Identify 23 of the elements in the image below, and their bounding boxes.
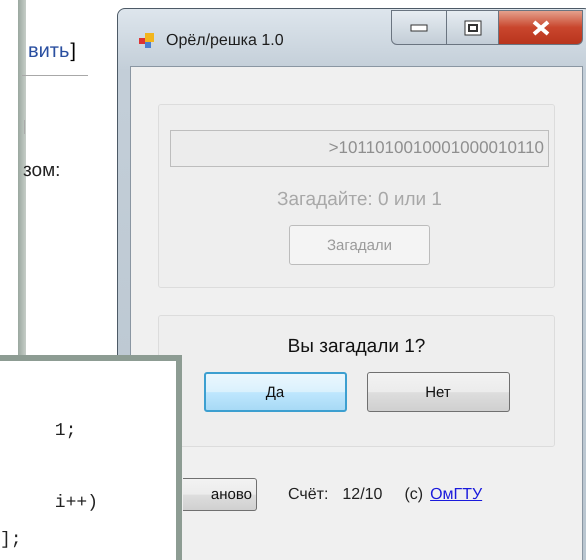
prompt-text: Загадайте: 0 или 1 (276, 189, 442, 211)
code-line: i++) (54, 492, 98, 515)
minimize-icon (410, 24, 428, 32)
close-button[interactable] (499, 10, 583, 45)
minimize-button[interactable] (391, 10, 447, 45)
label-fragment: зом: (23, 160, 62, 182)
maximize-button[interactable] (447, 10, 499, 45)
copyright-text: (c) (404, 486, 424, 504)
close-icon (530, 20, 550, 36)
answer-button[interactable]: Нет (366, 372, 510, 412)
score-label: Счёт: (288, 486, 328, 504)
university-link[interactable]: ОмГТУ (430, 486, 482, 504)
restart-button[interactable]: аново (183, 478, 257, 511)
maximize-icon (464, 20, 482, 36)
bracket: ] (70, 40, 76, 63)
answer-button[interactable]: Да (204, 372, 346, 412)
score-value: 12/10 (342, 486, 382, 504)
code-line: 1; (54, 420, 76, 443)
question-text: Вы загадали 1? (288, 336, 426, 358)
window-title: Орёл/решка 1.0 (166, 32, 284, 50)
link-fragment[interactable]: вить (28, 40, 70, 63)
code-line: ]; (0, 529, 22, 552)
app-icon (138, 32, 156, 50)
